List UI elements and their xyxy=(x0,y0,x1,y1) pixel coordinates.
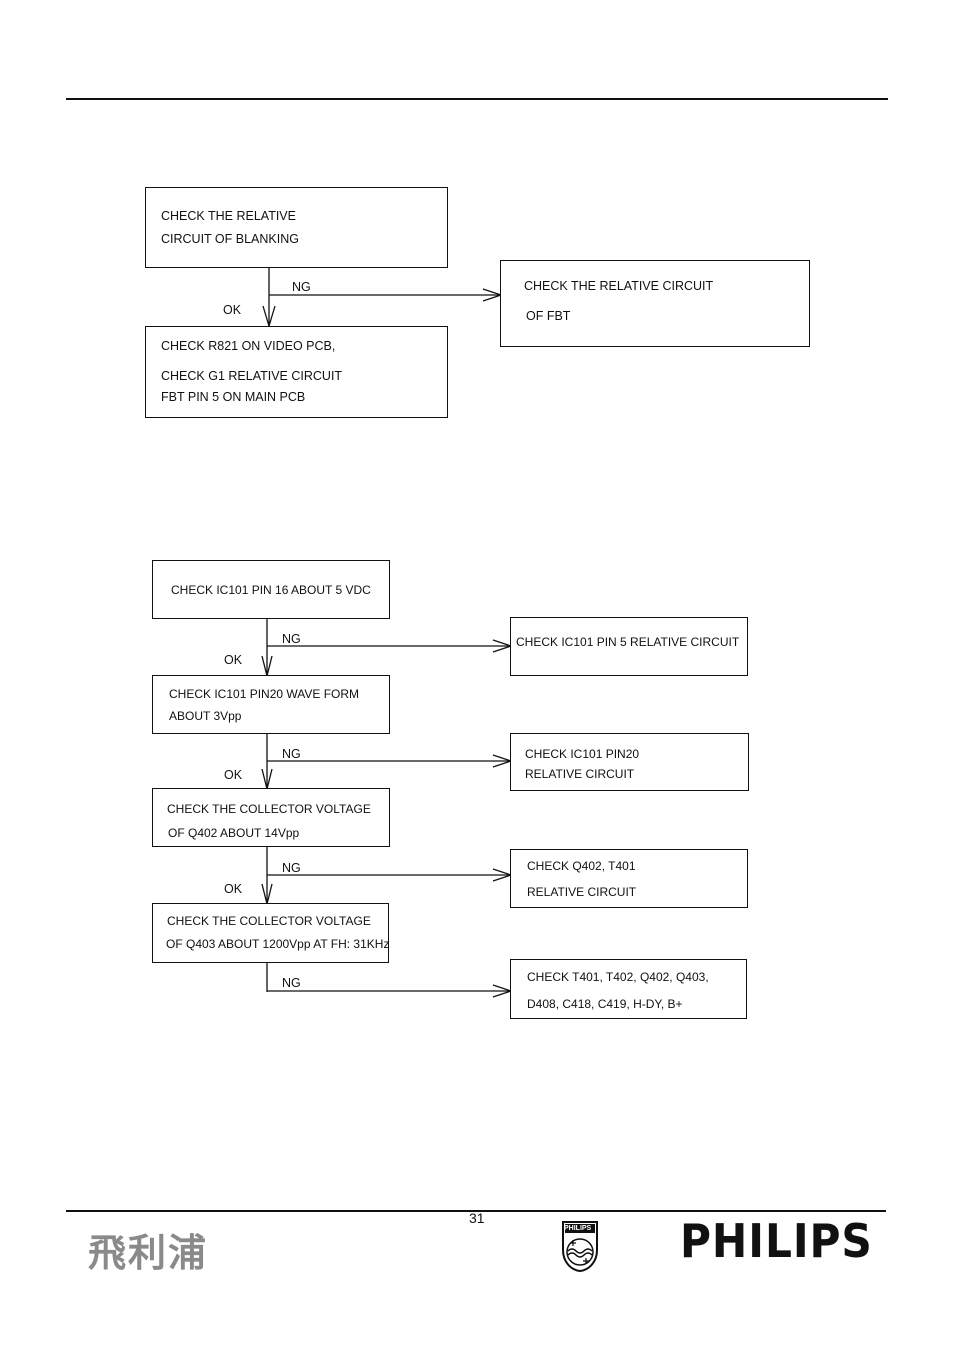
box-text: CHECK THE COLLECTOR VOLTAGE xyxy=(167,914,371,928)
box-text: CHECK IC101 PIN20 xyxy=(525,747,640,761)
check-box-4: CHECK THE COLLECTOR VOLTAGE OF Q403 ABOU… xyxy=(152,903,389,963)
ok-label: OK xyxy=(224,768,243,782)
flow1-start-box: CHECK THE RELATIVE CIRCUIT OF BLANKING xyxy=(145,187,448,268)
ng-box-1: CHECK IC101 PIN 5 RELATIVE CIRCUIT xyxy=(510,617,748,676)
check-box-2: CHECK IC101 PIN20 WAVE FORM ABOUT 3Vpp xyxy=(152,675,390,734)
arrowhead xyxy=(261,768,273,790)
box-text: D408, C418, C419, H-DY, B+ xyxy=(527,997,683,1011)
box-text: ABOUT 3Vpp xyxy=(169,709,242,723)
box-text: RELATIVE CIRCUIT xyxy=(527,885,637,899)
arrowhead xyxy=(492,984,514,998)
box-text: CHECK IC101 PIN 16 ABOUT 5 VDC xyxy=(171,583,371,597)
ng-label: NG xyxy=(282,632,301,646)
header-rule xyxy=(66,98,888,100)
box-text: CHECK IC101 PIN20 WAVE FORM xyxy=(169,687,360,701)
box-text: CHECK THE RELATIVE xyxy=(161,209,296,223)
chinese-brand-logo: 飛利浦 xyxy=(88,1231,209,1275)
ok-label: OK xyxy=(223,303,242,317)
flow1-ng-box: CHECK THE RELATIVE CIRCUIT OF FBT xyxy=(500,260,810,347)
arrowhead xyxy=(482,288,504,302)
ng-box-4: CHECK T401, T402, Q402, Q403, D408, C418… xyxy=(510,959,747,1019)
ng-label: NG xyxy=(282,861,301,875)
arrowhead xyxy=(492,639,514,653)
check-box-3: CHECK THE COLLECTOR VOLTAGE OF Q402 ABOU… xyxy=(152,788,390,847)
ng-box-3: CHECK Q402, T401 RELATIVE CIRCUIT xyxy=(510,849,748,908)
arrowhead xyxy=(261,883,273,905)
check-box-1: CHECK IC101 PIN 16 ABOUT 5 VDC xyxy=(152,560,390,619)
box-text: OF Q403 ABOUT 1200Vpp AT FH: 31KHz xyxy=(166,937,390,951)
ok-label: OK xyxy=(224,882,243,896)
box-text: CIRCUIT OF BLANKING xyxy=(161,232,299,246)
ng-box-2: CHECK IC101 PIN20 RELATIVE CIRCUIT xyxy=(510,733,749,791)
philips-wordmark: PHILIPS xyxy=(680,1214,873,1268)
shield-text: PHILIPS xyxy=(564,1225,592,1232)
flow1-ok-box: CHECK R821 ON VIDEO PCB, CHECK G1 RELATI… xyxy=(145,326,448,418)
ng-label: NG xyxy=(282,747,301,761)
box-text: OF Q402 ABOUT 14Vpp xyxy=(168,826,300,840)
box-text: CHECK R821 ON VIDEO PCB, xyxy=(161,339,336,353)
box-text: CHECK T401, T402, Q402, Q403, xyxy=(527,970,709,984)
box-text: CHECK IC101 PIN 5 RELATIVE CIRCUIT xyxy=(516,635,740,649)
flowchart-connectors xyxy=(261,265,514,998)
ng-label: NG xyxy=(292,280,311,294)
arrowhead xyxy=(262,305,276,329)
arrowhead xyxy=(261,655,273,677)
box-text: CHECK G1 RELATIVE CIRCUIT xyxy=(161,369,343,383)
ng-label: NG xyxy=(282,976,301,990)
box-text: CHECK THE COLLECTOR VOLTAGE xyxy=(167,802,371,816)
ok-label: OK xyxy=(224,653,243,667)
box-text: CHECK Q402, T401 xyxy=(527,859,636,873)
arrowhead xyxy=(492,754,514,768)
box-text: RELATIVE CIRCUIT xyxy=(525,767,635,781)
box-text: CHECK THE RELATIVE CIRCUIT xyxy=(524,279,714,293)
page-number: 31 xyxy=(469,1210,485,1226)
arrowhead xyxy=(492,868,514,882)
box-text: OF FBT xyxy=(526,309,571,323)
box-text: FBT PIN 5 ON MAIN PCB xyxy=(161,390,306,404)
